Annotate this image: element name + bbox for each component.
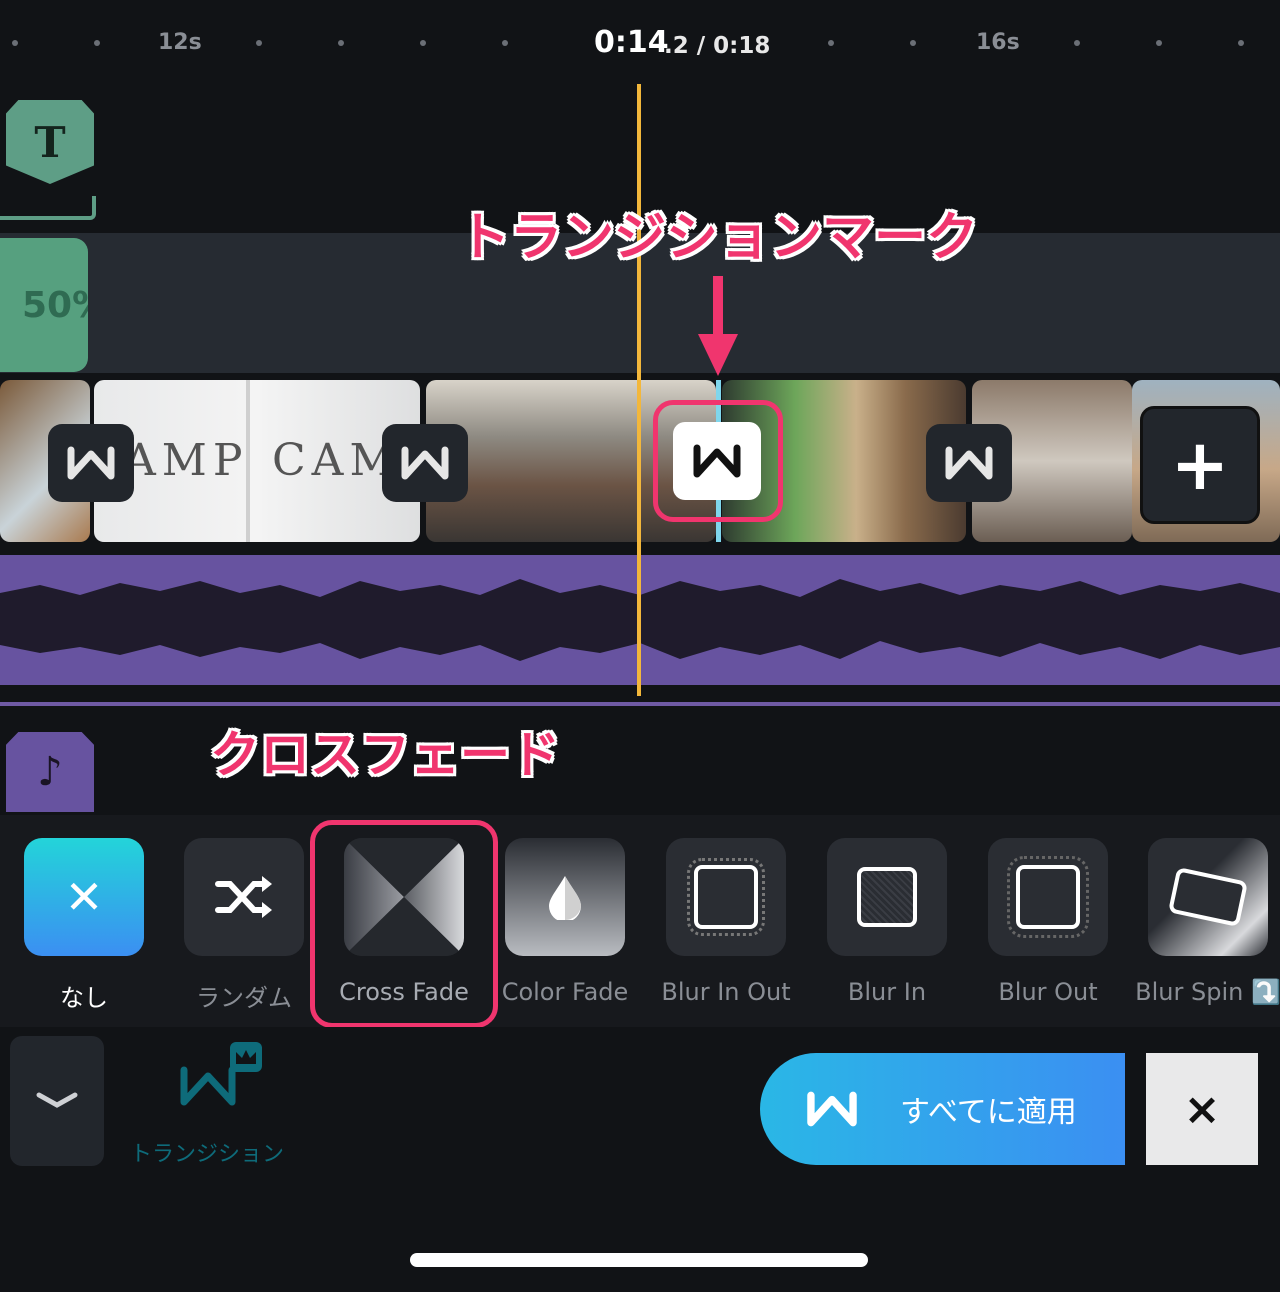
- transition-button-4[interactable]: [926, 424, 1012, 502]
- none-thumbnail: ✕: [24, 838, 144, 956]
- ruler-dot: [1074, 40, 1080, 46]
- effect-blur-out[interactable]: Blur Out: [988, 838, 1108, 1006]
- music-note-icon[interactable]: ♪: [6, 732, 94, 812]
- text-clip-outline[interactable]: [0, 196, 96, 220]
- annotation-arrow-down: [698, 276, 738, 376]
- transition-tab-label[interactable]: トランジション: [130, 1136, 284, 1168]
- apply-all-button[interactable]: すべてに適用: [760, 1053, 1125, 1165]
- transition-tab-icon[interactable]: [176, 1040, 266, 1110]
- ruler-tick-label: 12s: [158, 30, 202, 55]
- effect-random[interactable]: ランダム: [184, 838, 304, 1012]
- shuffle-icon: [215, 876, 272, 918]
- chevron-down-icon: [36, 1092, 78, 1108]
- video-clip-2[interactable]: AMP CAMP: [94, 380, 420, 542]
- ruler-dot: [12, 40, 18, 46]
- ruler-dot: [256, 40, 262, 46]
- blur-spin-thumbnail: [1148, 838, 1268, 956]
- transition-icon: [807, 1091, 857, 1127]
- ruler-dot: [1156, 40, 1162, 46]
- transition-icon: [945, 446, 993, 480]
- blur-square-icon: [1007, 856, 1089, 938]
- playhead[interactable]: [637, 84, 641, 696]
- effect-blur-in-out[interactable]: Blur In Out: [661, 838, 791, 1006]
- transition-icon: [67, 446, 115, 480]
- ruler-dot: [420, 40, 426, 46]
- annotation-transition-mark: トランジションマーク: [458, 208, 979, 268]
- current-time: 0:14: [594, 25, 669, 60]
- ruler-dot: [502, 40, 508, 46]
- overlay-clip[interactable]: 50%: [0, 238, 88, 372]
- effect-blur-spin[interactable]: Blur Spin ⤵️: [1135, 838, 1280, 1006]
- ruler-tick-label: 16s: [976, 30, 1020, 55]
- audio-track-divider: [0, 702, 1280, 706]
- transition-icon: [401, 446, 449, 480]
- effect-none[interactable]: ✕ なし: [24, 838, 144, 1012]
- collapse-button[interactable]: [10, 1036, 104, 1166]
- drop-icon: [549, 876, 581, 920]
- effect-label: Blur Spin ⤵️: [1135, 978, 1280, 1006]
- transition-button-2[interactable]: [382, 424, 468, 502]
- blur-out-thumbnail: [988, 838, 1108, 956]
- annotation-highlight-transition: [653, 400, 783, 522]
- ruler-dot: [910, 40, 916, 46]
- color-fade-thumbnail: [505, 838, 625, 956]
- spin-rect-icon: [1168, 867, 1248, 927]
- transition-button-1[interactable]: [48, 424, 134, 502]
- text-track-badge[interactable]: T: [6, 100, 94, 184]
- camp-sign-image: AMP CAMP: [123, 380, 420, 542]
- ruler-dot: [1238, 40, 1244, 46]
- timeline-ruler[interactable]: 12s 16s 0:14 .2 / 0:18: [0, 0, 1280, 80]
- effect-color-fade[interactable]: Color Fade: [502, 838, 628, 1006]
- blur-square-icon: [857, 867, 917, 927]
- blur-in-thumbnail: [827, 838, 947, 956]
- svg-text:AMP: AMP: [123, 435, 248, 486]
- add-clip-button[interactable]: +: [1140, 406, 1260, 524]
- ruler-dot: [828, 40, 834, 46]
- blur-in-out-thumbnail: [666, 838, 786, 956]
- random-thumbnail: [184, 838, 304, 956]
- close-button[interactable]: ×: [1146, 1053, 1258, 1165]
- ruler-dot: [94, 40, 100, 46]
- blur-square-icon: [687, 858, 765, 936]
- apply-all-label: すべてに適用: [900, 1095, 1077, 1130]
- ruler-dot: [338, 40, 344, 46]
- time-total: .2 / 0:18: [664, 33, 771, 59]
- close-icon: ✕: [64, 870, 104, 924]
- home-indicator[interactable]: [410, 1253, 868, 1267]
- effect-blur-in[interactable]: Blur In: [827, 838, 947, 1006]
- annotation-cross-fade: クロスフェード: [210, 726, 560, 784]
